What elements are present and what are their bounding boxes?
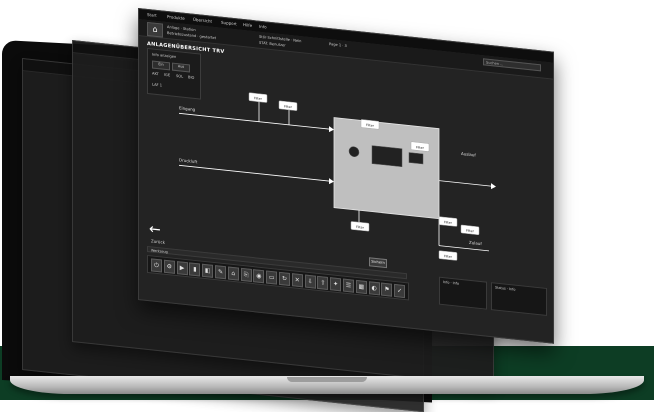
tool-button-3[interactable]: ▶ [176,261,188,276]
tool-button-13[interactable]: ⇩ [304,274,316,289]
drain-line-2 [439,245,489,252]
air-line [179,164,329,182]
filter-label-4: Filter [416,145,425,150]
label-eingang: Eingang [179,105,196,112]
back-arrow-icon[interactable]: ← [149,221,161,238]
outlet-line [439,180,491,187]
label-zulauf: Zulauf [469,240,482,246]
arrow-head-3 [491,183,496,190]
label-druckluft: Druckluft [179,157,198,164]
tool-button-12[interactable]: ✕ [291,273,303,288]
tool-button-7[interactable]: ⌂ [227,266,239,281]
heat-exchanger-symbol [371,145,403,168]
label-auslauf: Auslauf [461,151,476,158]
inlet-line [179,112,329,130]
arrow-head-1 [329,126,334,133]
filter-label-6: Filter [444,220,453,225]
tool-button-6[interactable]: ✎ [215,265,226,280]
tool-button-18[interactable]: ◐ [368,281,380,296]
tool-button-4[interactable]: ▮ [189,262,201,277]
save-button[interactable]: Sichern [369,257,387,269]
back-label: Zurück [151,238,165,245]
tool-button-1[interactable]: ⏻ [151,258,162,273]
tool-button-14[interactable]: ⇧ [317,275,329,291]
valve-symbol [408,152,424,165]
tool-button-8[interactable]: ⎘ [240,267,252,282]
tool-button-17[interactable]: ▦ [355,279,367,295]
tool-button-2[interactable]: ⚙ [163,259,175,274]
tool-button-16[interactable]: ☰ [343,278,354,293]
filter-label-3: Filter [366,123,375,128]
process-unit[interactable] [333,117,440,220]
status-panel-b: Status · Info [491,282,547,316]
status-panel-a: Info · Info [439,276,487,310]
tool-button-5[interactable]: ◧ [202,263,214,278]
laptop-notch [287,377,367,382]
tool-button-11[interactable]: ↻ [279,271,290,286]
filter-label-8: Filter [444,254,453,259]
tool-button-15[interactable]: ✦ [330,277,342,292]
status-panel-b-label: Status · Info [495,285,516,292]
filter-label-7: Filter [466,228,475,233]
status-panel-a-label: Info · Info [443,280,460,286]
filter-label-2: Filter [284,104,293,109]
tool-button-19[interactable]: ⚑ [381,282,393,297]
tool-button-20[interactable]: ✓ [394,283,406,299]
filter-label-1: Filter [254,96,263,101]
main-window: Start Produkte Übersicht Support Hilfe I… [138,8,554,344]
arrow-head-2 [329,178,334,185]
tool-button-10[interactable]: ▭ [266,270,278,285]
tool-button-9[interactable]: ◉ [253,269,265,284]
filter-label-5: Filter [356,225,365,230]
process-diagram: Filter Filter Filter Filter Filter Filte… [179,92,496,261]
